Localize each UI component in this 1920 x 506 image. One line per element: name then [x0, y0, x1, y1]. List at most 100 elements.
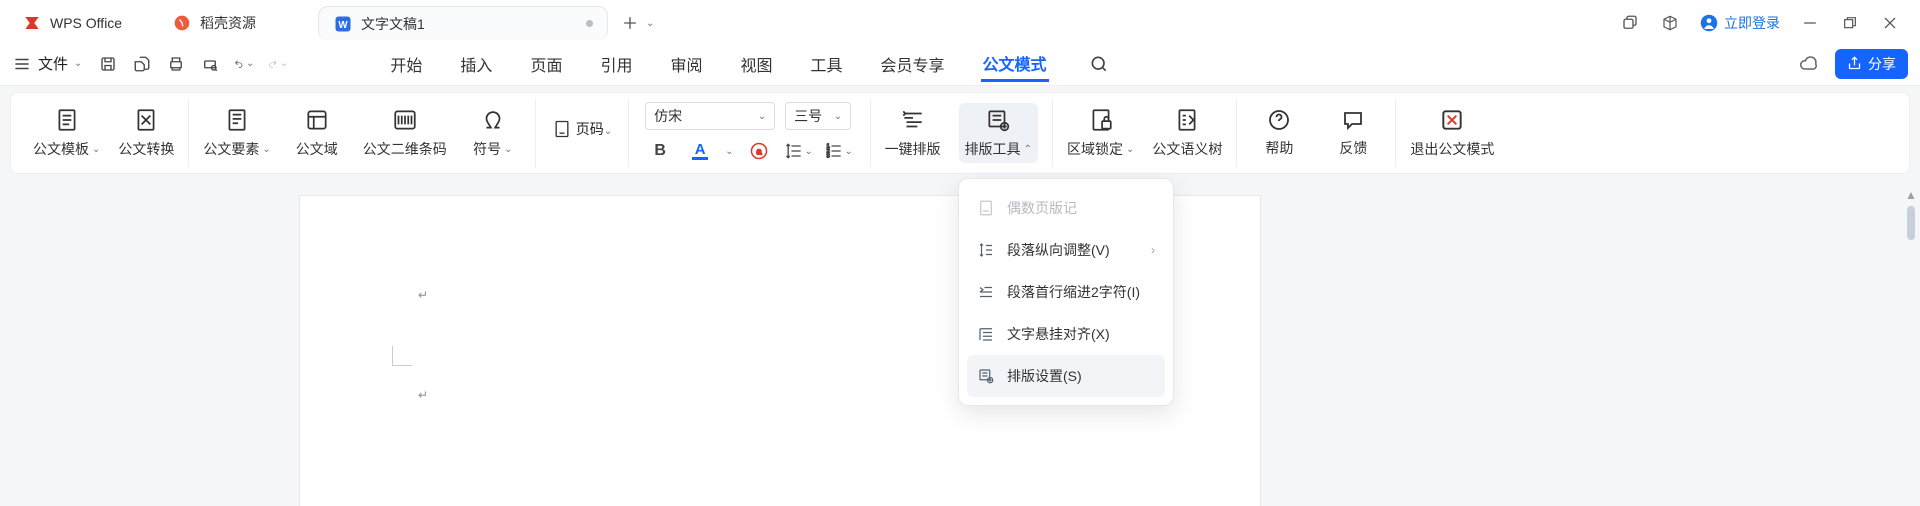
maximize-button[interactable] [1840, 13, 1860, 33]
ribbon-tabs: 开始 插入 页面 引用 审阅 视图 工具 会员专享 公文模式 [388, 45, 1108, 82]
search-icon[interactable] [1089, 54, 1109, 74]
tab-cite[interactable]: 引用 [598, 46, 634, 82]
quick-access-toolbar: ⌄ ⌄ [98, 54, 288, 74]
btn-region-lock[interactable]: 区域锁定⌄ [1067, 107, 1134, 159]
tab-view[interactable]: 视图 [738, 46, 774, 82]
circled-a-button[interactable]: a [744, 138, 774, 164]
svg-text:a: a [756, 146, 762, 156]
tab-start[interactable]: 开始 [388, 46, 424, 82]
hanging-align-icon [977, 325, 995, 343]
line-spacing-button[interactable]: ⌄ [784, 138, 814, 164]
menu-paragraph-vertical-adjust[interactable]: 段落纵向调整(V) › [967, 229, 1165, 271]
layout-tools-dropdown: 偶数页版记 段落纵向调整(V) › 段落首行缩进2字符(I) 文字悬挂对齐(X)… [958, 178, 1174, 406]
paragraph-mark-icon: ↵ [418, 388, 428, 402]
btn-help[interactable]: 帮助 [1251, 108, 1307, 158]
tab-review[interactable]: 审阅 [668, 46, 704, 82]
btn-gov-template[interactable]: 公文模板⌄ [33, 107, 100, 159]
new-tab-dropdown-icon[interactable]: ⌄ [646, 18, 654, 29]
scroll-up-icon[interactable]: ▲ [1905, 188, 1917, 202]
font-size-select[interactable]: 三号⌄ [785, 102, 851, 130]
ribbon-group-layout: 一键排版 排版工具⌃ [871, 99, 1053, 167]
tab-app-home[interactable]: WPS Office [8, 6, 158, 40]
undo-icon[interactable]: ⌄ [234, 54, 254, 74]
ribbon: 公文模板⌄ 公文转换 公文要素⌄ 公文域 公文二维条码 符号⌄ [10, 92, 1910, 174]
tab-vip[interactable]: 会员专享 [879, 46, 947, 82]
login-label: 立即登录 [1724, 13, 1780, 33]
save-as-icon[interactable] [132, 54, 152, 74]
app-name: WPS Office [50, 15, 122, 31]
cloud-sync-icon[interactable] [1799, 54, 1819, 74]
btn-semantic-tree[interactable]: 公文语义树 [1152, 107, 1222, 159]
cube-icon[interactable] [1660, 13, 1680, 33]
bold-button[interactable]: B [645, 138, 675, 164]
menu-first-line-indent-2[interactable]: 段落首行缩进2字符(I) [967, 271, 1165, 313]
svg-text:W: W [338, 19, 348, 30]
new-tab-button[interactable] [620, 13, 640, 33]
btn-gov-field[interactable]: 公文域 [289, 107, 345, 159]
font-color-button[interactable]: A [685, 138, 715, 164]
save-icon[interactable] [98, 54, 118, 74]
ribbon-group-lock: 区域锁定⌄ 公文语义树 [1053, 99, 1237, 167]
btn-feedback[interactable]: 反馈 [1325, 108, 1381, 158]
btn-one-click-layout[interactable]: 一键排版 [885, 107, 941, 159]
close-button[interactable] [1880, 13, 1900, 33]
btn-layout-tools[interactable]: 排版工具⌃ [959, 103, 1038, 163]
menu-even-page[interactable]: 偶数页版记 [967, 187, 1165, 229]
tab-gov-mode[interactable]: 公文模式 [981, 45, 1049, 82]
share-label: 分享 [1868, 54, 1896, 74]
tab-store[interactable]: 稻壳资源 [158, 6, 318, 40]
multi-window-icon[interactable] [1620, 13, 1640, 33]
tab-store-label: 稻壳资源 [200, 13, 256, 33]
btn-gov-convert[interactable]: 公文转换 [118, 107, 174, 159]
page-number-icon [552, 119, 572, 139]
tab-page[interactable]: 页面 [528, 46, 564, 82]
menu-layout-settings[interactable]: 排版设置(S) [967, 355, 1165, 397]
ribbon-group-font: 页码⌄ [536, 99, 629, 167]
tab-insert[interactable]: 插入 [458, 46, 494, 82]
unsaved-dot-icon [586, 20, 593, 27]
hamburger-icon[interactable] [12, 54, 32, 74]
menu-bar: 文件 ⌄ ⌄ ⌄ 开始 插入 页面 引用 审阅 视图 工具 会员专享 公文模式 … [0, 42, 1920, 86]
print-icon[interactable] [166, 54, 186, 74]
btn-symbol[interactable]: 符号⌄ [465, 107, 521, 159]
btn-page-number[interactable]: 页码⌄ [576, 119, 612, 139]
font-color-drop-icon[interactable]: ⌄ [725, 146, 733, 157]
minimize-button[interactable] [1800, 13, 1820, 33]
btn-gov-elements[interactable]: 公文要素⌄ [203, 107, 270, 159]
v-adjust-icon [977, 241, 995, 259]
btn-gov-qrcode[interactable]: 公文二维条码 [363, 107, 447, 159]
store-icon [172, 13, 192, 33]
share-button[interactable]: 分享 [1835, 49, 1908, 79]
menu-hanging-align[interactable]: 文字悬挂对齐(X) [967, 313, 1165, 355]
ribbon-group-templates: 公文模板⌄ 公文转换 [19, 99, 189, 167]
paragraph-mark-icon: ↵ [418, 288, 428, 302]
ribbon-group-exit: 退出公文模式 [1396, 99, 1508, 167]
chevron-down-icon: ⌄ [74, 58, 82, 69]
indent-icon [977, 283, 995, 301]
login-button[interactable]: 立即登录 [1700, 13, 1780, 33]
even-page-icon [977, 199, 995, 217]
ribbon-group-font-controls: 仿宋⌄ 三号⌄ B A ⌄ a ⌄ 1 [629, 99, 870, 167]
vertical-scrollbar[interactable]: ▲ [1902, 182, 1920, 506]
layout-settings-icon [977, 367, 995, 385]
title-bar: WPS Office 稻壳资源 W 文字文稿1 ⌄ 立即登录 [0, 0, 1920, 42]
ribbon-group-elements: 公文要素⌄ 公文域 公文二维条码 符号⌄ [189, 99, 535, 167]
chevron-right-icon: › [1151, 243, 1155, 257]
word-doc-icon: W [333, 14, 353, 34]
file-menu[interactable]: 文件 ⌄ [32, 49, 88, 78]
ribbon-group-help: 帮助 反馈 [1237, 99, 1396, 167]
scroll-thumb[interactable] [1907, 206, 1915, 240]
numbering-button[interactable]: 123⌄ [824, 138, 854, 164]
tab-document-label: 文字文稿1 [361, 14, 425, 34]
font-name-select[interactable]: 仿宋⌄ [645, 102, 775, 130]
margin-guide-icon [392, 346, 412, 366]
tab-tools[interactable]: 工具 [809, 46, 845, 82]
ribbon-container: 公文模板⌄ 公文转换 公文要素⌄ 公文域 公文二维条码 符号⌄ [0, 86, 1920, 182]
wps-logo-icon [22, 13, 42, 33]
redo-icon[interactable]: ⌄ [268, 54, 288, 74]
btn-exit-gov-mode[interactable]: 退出公文模式 [1410, 107, 1494, 159]
file-menu-label: 文件 [38, 53, 68, 74]
tab-document[interactable]: W 文字文稿1 [318, 6, 608, 40]
svg-text:3: 3 [827, 154, 830, 160]
print-preview-icon[interactable] [200, 54, 220, 74]
